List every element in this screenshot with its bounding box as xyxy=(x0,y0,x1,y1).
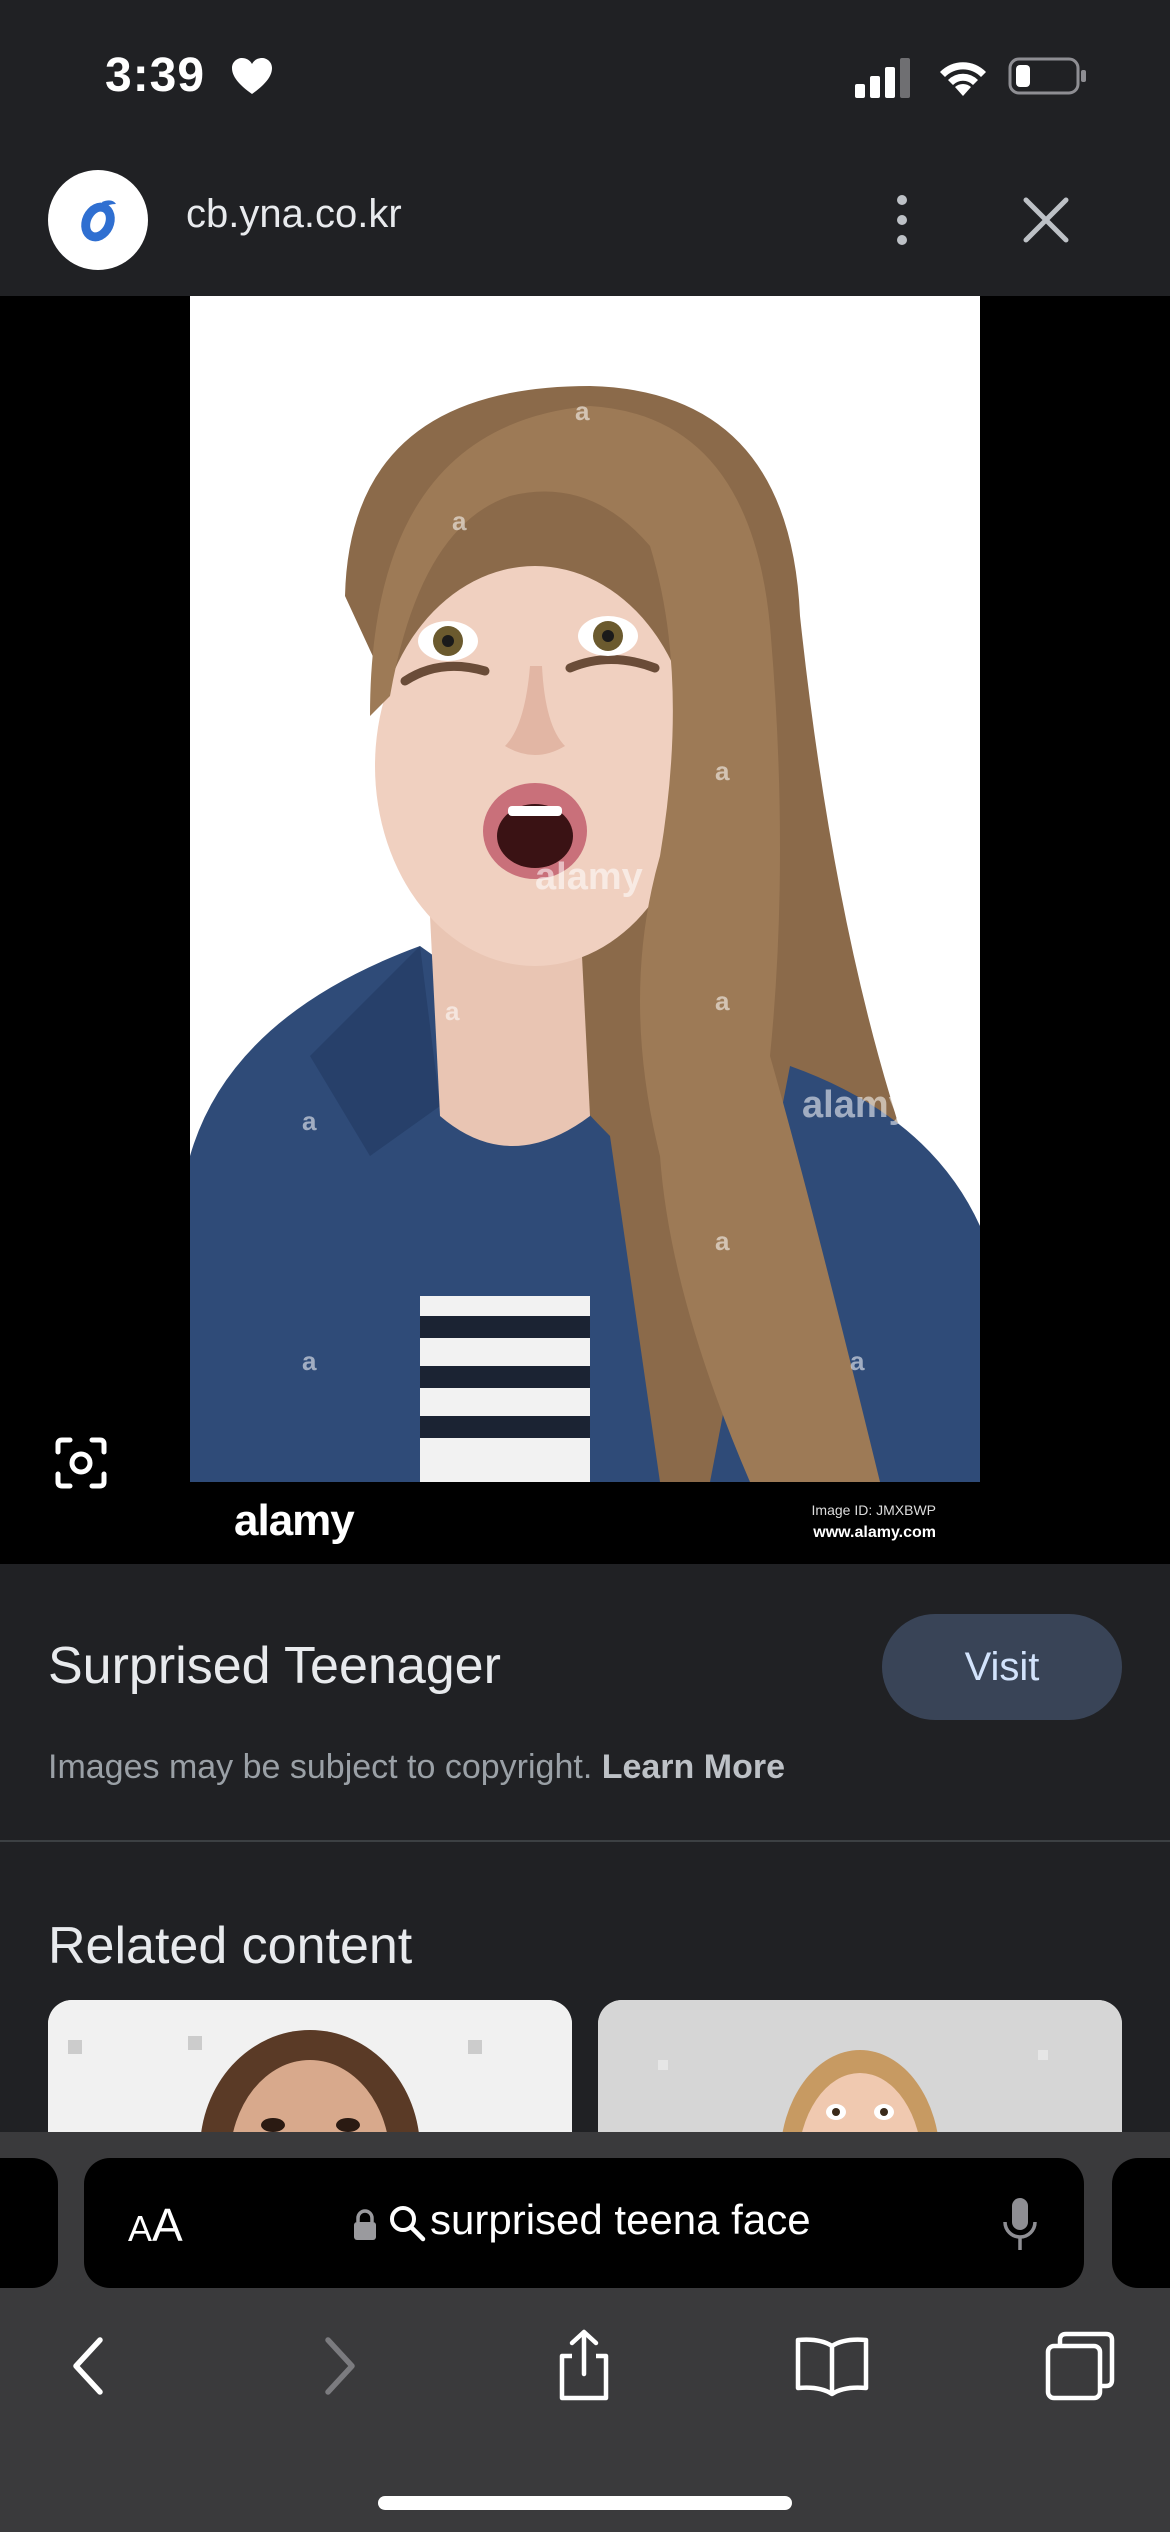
related-card[interactable] xyxy=(598,2000,1122,2132)
watermark-mark: a xyxy=(452,506,467,536)
address-bar[interactable]: AA surprised teena face xyxy=(84,2158,1084,2288)
back-button[interactable] xyxy=(48,2326,128,2406)
tabs-icon xyxy=(1045,2331,1115,2401)
bookmarks-icon xyxy=(795,2337,869,2397)
watermark-text: alamy xyxy=(535,856,643,898)
lock-icon xyxy=(354,2209,376,2240)
watermark-text: alamy xyxy=(802,1084,910,1126)
tabs-button[interactable] xyxy=(1040,2326,1120,2406)
related-card[interactable] xyxy=(48,2000,572,2132)
close-icon[interactable] xyxy=(1020,194,1072,246)
footer-image-id: Image ID: JMXBWP xyxy=(811,1502,936,1518)
text-size-button[interactable]: AA xyxy=(128,2198,208,2251)
status-bar: 3:39 xyxy=(0,0,1170,150)
visit-button[interactable]: Visit xyxy=(882,1614,1122,1720)
watermark-mark: a xyxy=(715,756,730,786)
forward-button[interactable] xyxy=(300,2326,380,2406)
footer-brand: alamy xyxy=(234,1496,355,1545)
related-content-section: Related content xyxy=(0,1842,1170,2132)
related-thumbnail xyxy=(598,2000,1122,2132)
watermark-mark: a xyxy=(715,986,730,1016)
browser-toolbar: AA surprised teena face xyxy=(0,2132,1170,2532)
copyright-note: Images may be subject to copyright. Lear… xyxy=(48,1748,785,1787)
share-button[interactable] xyxy=(544,2326,624,2406)
search-query[interactable]: surprised teena face xyxy=(430,2196,811,2244)
learn-more-link[interactable]: Learn More xyxy=(602,1748,785,1786)
share-icon xyxy=(559,2329,609,2401)
watermark-mark: a xyxy=(850,1346,865,1376)
watermark-mark: a xyxy=(302,1106,317,1136)
heart-icon xyxy=(232,58,272,94)
more-vertical-icon[interactable] xyxy=(880,188,924,252)
lens-icon[interactable] xyxy=(54,1436,108,1490)
cellular-signal-icon xyxy=(855,58,910,98)
battery-icon xyxy=(1008,57,1086,95)
previous-tab-peek[interactable] xyxy=(0,2158,58,2288)
wifi-icon xyxy=(940,62,986,96)
image-viewer[interactable]: alamy alamy a a a a a a a a a alamy Imag… xyxy=(0,296,1170,1564)
browser-screen: 3:39 cb.yna.co.kr alamy alamy a a a a a … xyxy=(0,0,1170,2532)
watermark-mark: a xyxy=(715,1226,730,1256)
related-heading: Related content xyxy=(48,1917,413,1975)
watermark-mark: a xyxy=(445,996,460,1026)
microphone-icon[interactable] xyxy=(1000,2194,1040,2254)
forward-icon xyxy=(325,2337,355,2395)
footer-url: www.alamy.com xyxy=(813,1524,936,1541)
image-info-section: Surprised Teenager Visit Images may be s… xyxy=(0,1564,1170,1842)
copyright-text: Images may be subject to copyright. xyxy=(48,1748,593,1786)
preview-image[interactable]: alamy alamy a a a a a a a a a alamy Imag… xyxy=(190,296,980,1564)
text-size-large-a: A xyxy=(152,2199,183,2251)
bookmarks-button[interactable] xyxy=(792,2326,872,2406)
site-header: cb.yna.co.kr xyxy=(0,150,1170,296)
related-thumbnail xyxy=(48,2000,572,2132)
site-domain[interactable]: cb.yna.co.kr xyxy=(186,192,402,237)
image-title: Surprised Teenager xyxy=(48,1637,501,1695)
home-indicator[interactable] xyxy=(378,2496,792,2510)
search-icon xyxy=(390,2206,426,2242)
watermark-mark: a xyxy=(575,396,590,426)
status-time: 3:39 xyxy=(105,49,206,102)
back-icon xyxy=(73,2337,103,2395)
next-tab-peek[interactable] xyxy=(1112,2158,1170,2288)
text-size-small-a: A xyxy=(128,2208,153,2249)
site-logo-icon xyxy=(81,200,116,242)
watermark-mark: a xyxy=(302,1346,317,1376)
site-logo[interactable] xyxy=(48,170,148,270)
image-credit-bar: alamy Image ID: JMXBWP www.alamy.com xyxy=(190,1482,980,1564)
